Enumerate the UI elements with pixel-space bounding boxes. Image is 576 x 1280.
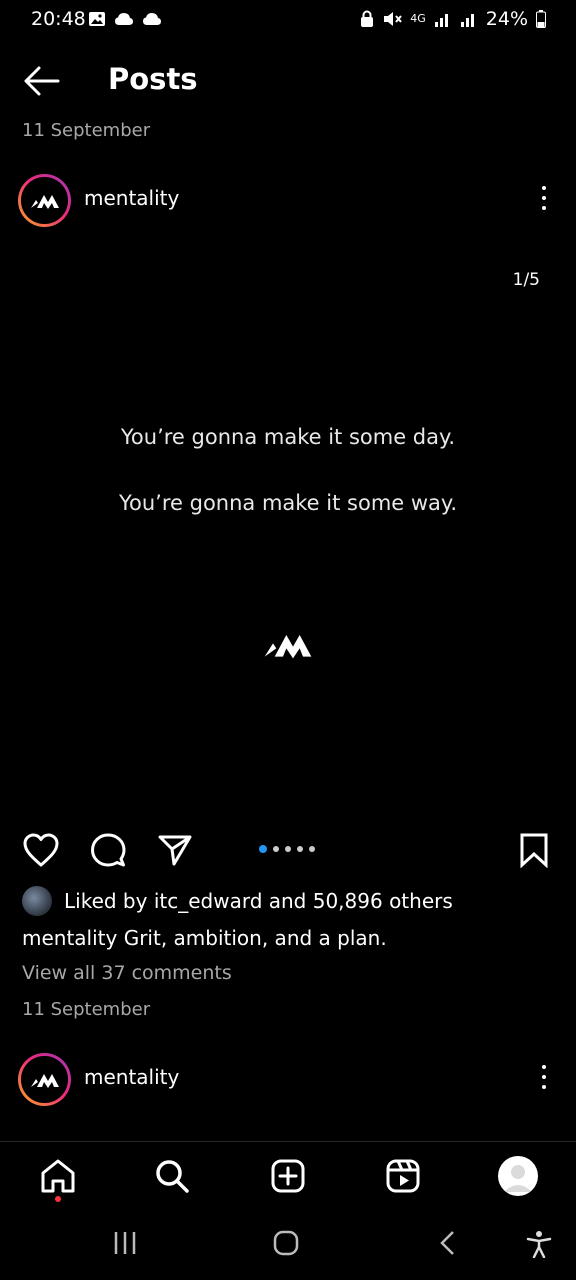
mute-icon	[384, 12, 403, 26]
send-icon	[158, 835, 192, 866]
gallery-icon	[89, 12, 105, 26]
post-header: mentality	[0, 172, 576, 232]
network-type: 4G	[410, 12, 426, 25]
post-caption: mentality Grit, ambition, and a plan.	[22, 926, 387, 950]
post-date: 11 September	[22, 999, 151, 1020]
arrow-left-icon	[24, 66, 60, 96]
recents-icon	[114, 1232, 136, 1254]
mentality-logo-icon	[264, 635, 312, 659]
status-time: 20:48	[31, 8, 86, 30]
likes-row[interactable]: Liked by itc_edward and 50,896 others	[22, 884, 453, 918]
more-options-button[interactable]	[534, 182, 554, 214]
back-system-button[interactable]	[438, 1230, 458, 1260]
bookmark-icon	[520, 833, 548, 869]
home-system-button[interactable]	[273, 1230, 299, 1260]
slide-counter: 1/5	[512, 270, 540, 290]
accessibility-icon	[526, 1231, 552, 1259]
share-button[interactable]	[157, 832, 193, 872]
plus-square-icon	[271, 1159, 305, 1193]
nav-home[interactable]	[36, 1154, 80, 1198]
comment-icon	[91, 833, 126, 867]
carousel-dot	[285, 846, 291, 852]
system-navigation	[0, 1212, 576, 1280]
cloud-icon	[115, 13, 133, 25]
more-vertical-icon	[542, 186, 546, 190]
post-username[interactable]: mentality	[84, 186, 179, 210]
notification-dot	[55, 1196, 61, 1202]
battery-percent: 24%	[485, 8, 528, 30]
quote-line-2: You’re gonna make it some way.	[118, 491, 458, 515]
status-notification-icons	[88, 11, 162, 27]
recents-button[interactable]	[113, 1230, 137, 1260]
home-icon	[41, 1159, 75, 1193]
comment-button[interactable]	[90, 832, 126, 872]
likes-text: Liked by itc_edward and 50,896 others	[64, 889, 453, 913]
signal-icon	[434, 14, 448, 27]
carousel-dot	[309, 846, 315, 852]
page-title: Posts	[108, 62, 198, 96]
signal-icon-2	[460, 14, 474, 27]
app-header: Posts	[0, 52, 576, 112]
post-header-2: mentality	[0, 1051, 576, 1111]
nav-reels[interactable]	[381, 1154, 425, 1198]
mentality-logo	[30, 194, 59, 209]
carousel-indicator	[259, 845, 315, 853]
bottom-nav	[0, 1141, 576, 1211]
battery-icon	[536, 10, 546, 28]
carousel-dot	[273, 846, 279, 852]
reels-icon	[386, 1159, 420, 1193]
nav-search[interactable]	[150, 1154, 194, 1198]
post-avatar-2[interactable]	[18, 1053, 71, 1106]
post-username-2[interactable]: mentality	[84, 1065, 179, 1089]
alarm-lock-icon	[361, 10, 374, 27]
mentality-logo	[30, 1073, 59, 1088]
liker-avatar	[22, 886, 52, 916]
accessibility-button[interactable]	[526, 1230, 552, 1262]
quote-line-1: You’re gonna make it some day.	[120, 425, 456, 449]
heart-icon	[23, 833, 59, 867]
post-date-header: 11 September	[22, 120, 151, 141]
carousel-dot	[297, 846, 303, 852]
status-bar: 20:48 4G 24%	[0, 0, 576, 44]
chevron-left-icon	[440, 1231, 454, 1255]
save-button[interactable]	[518, 832, 550, 872]
post-avatar[interactable]	[18, 174, 71, 227]
nav-profile[interactable]	[496, 1154, 540, 1198]
back-button[interactable]	[22, 64, 62, 98]
home-circle-icon	[273, 1230, 299, 1256]
profile-avatar	[498, 1156, 538, 1196]
carousel-dot-active	[259, 845, 267, 853]
post-actions	[0, 828, 576, 872]
like-button[interactable]	[22, 832, 60, 872]
view-comments-link[interactable]: View all 37 comments	[22, 962, 232, 984]
more-options-button-2[interactable]	[534, 1061, 554, 1093]
nav-create[interactable]	[266, 1154, 310, 1198]
search-icon	[156, 1160, 189, 1193]
status-right: 4G 24%	[360, 8, 546, 30]
more-vertical-icon	[542, 1065, 546, 1069]
cloud-icon-2	[143, 13, 161, 25]
post-brand-logo	[263, 630, 313, 664]
